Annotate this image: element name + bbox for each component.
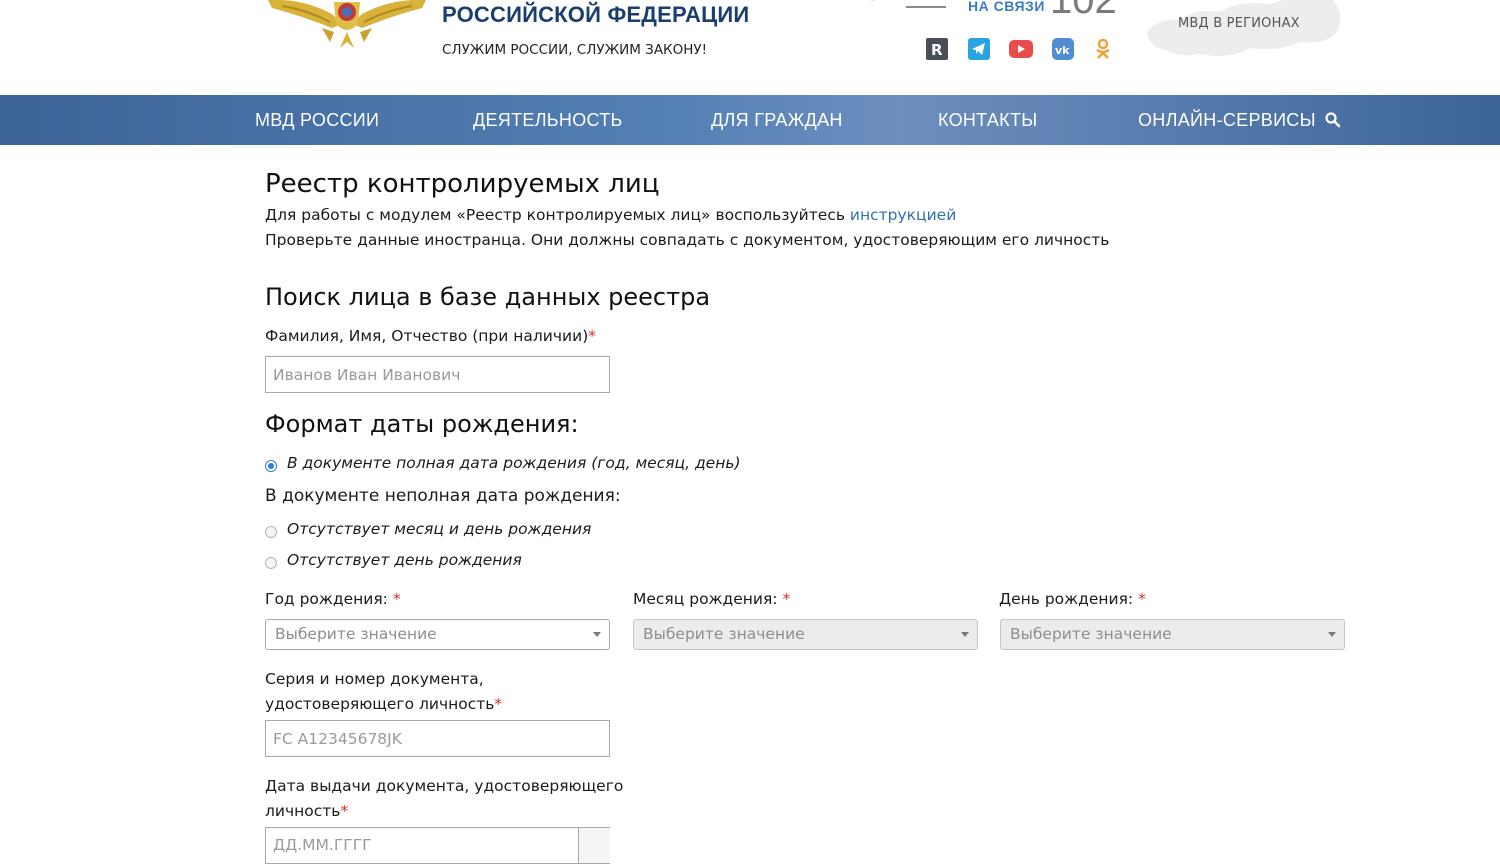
issue-date-placeholder: ДД.ММ.ГГГГ bbox=[273, 836, 372, 854]
fio-input[interactable] bbox=[265, 356, 610, 393]
nav-online-servisy[interactable]: ОНЛАЙН-СЕРВИСЫ bbox=[1138, 95, 1316, 145]
partial-date-title: В документе неполная дата рождения: bbox=[265, 486, 621, 506]
radio-full-date[interactable]: В документе полная дата рождения (год, м… bbox=[265, 452, 741, 474]
nav-deyatelnost[interactable]: ДЕЯТЕЛЬНОСТЬ bbox=[473, 95, 623, 145]
day-label-text: День рождения: bbox=[999, 590, 1134, 608]
vk-icon[interactable]: vk bbox=[1051, 37, 1075, 61]
day-select[interactable]: Выберите значение bbox=[1000, 619, 1345, 650]
mvd-regions-label[interactable]: МВД В РЕГИОНАХ bbox=[1178, 16, 1300, 31]
instructions-link[interactable]: инструкцией bbox=[850, 206, 956, 224]
doc-number-label: Серия и номер документа, удостоверяющего… bbox=[265, 667, 502, 717]
radio-no-day-label: Отсутствует день рождения bbox=[287, 551, 522, 569]
chevron-down-icon bbox=[593, 632, 601, 637]
year-label: Год рождения: * bbox=[265, 590, 401, 608]
radio-no-month-day-label: Отсутствует месяц и день рождения bbox=[287, 520, 592, 538]
required-mark: * bbox=[588, 327, 596, 345]
site-header: РОССИЙСКОЙ ФЕДЕРАЦИИ СЛУЖИМ РОССИИ, СЛУЖ… bbox=[0, 0, 1500, 95]
year-select[interactable]: Выберите значение bbox=[265, 619, 610, 650]
org-title: РОССИЙСКОЙ ФЕДЕРАЦИИ bbox=[442, 2, 750, 27]
mvd-emblem-icon[interactable] bbox=[262, 0, 432, 50]
youtube-icon[interactable] bbox=[1009, 37, 1033, 61]
required-mark: * bbox=[1138, 590, 1146, 608]
intro-check-data: Проверьте данные иностранца. Они должны … bbox=[265, 231, 1110, 249]
required-mark: * bbox=[782, 590, 791, 608]
chevron-down-icon bbox=[961, 632, 969, 637]
month-label: Месяц рождения: * bbox=[633, 590, 790, 608]
nav-mvd-rossii[interactable]: МВД РОССИИ bbox=[255, 95, 379, 145]
day-label: День рождения: * bbox=[999, 590, 1146, 608]
birth-format-title: Формат даты рождения: bbox=[265, 410, 579, 438]
fio-label: Фамилия, Имя, Отчество (при наличии)* bbox=[265, 327, 596, 345]
radio-no-month-day-button[interactable] bbox=[265, 526, 277, 538]
doc-number-label-line2: удостоверяющего личность bbox=[265, 695, 495, 713]
nav-dlya-grazhdan[interactable]: ДЛЯ ГРАЖДАН bbox=[711, 95, 843, 145]
org-motto: СЛУЖИМ РОССИИ, СЛУЖИМ ЗАКОНУ! bbox=[442, 42, 708, 58]
hotline-number[interactable]: 102 bbox=[1050, 0, 1117, 23]
month-select-value: Выберите значение bbox=[643, 625, 805, 643]
header-badge-icon[interactable] bbox=[906, 0, 946, 8]
rutube-icon[interactable]: R bbox=[925, 37, 949, 61]
radio-no-day-button[interactable] bbox=[265, 557, 277, 569]
page-title: Реестр контролируемых лиц bbox=[265, 169, 660, 199]
accessibility-icon[interactable] bbox=[858, 0, 888, 6]
radio-full-date-label: В документе полная дата рождения (год, м… bbox=[287, 454, 741, 472]
chevron-down-icon bbox=[1328, 632, 1336, 637]
radio-no-day[interactable]: Отсутствует день рождения bbox=[265, 549, 522, 571]
radio-no-month-day[interactable]: Отсутствует месяц и день рождения bbox=[265, 518, 591, 540]
intro-instructions: Для работы с модулем «Реестр контролируе… bbox=[265, 206, 956, 224]
doc-number-label-line1: Серия и номер документа, bbox=[265, 670, 484, 688]
search-icon[interactable] bbox=[1324, 111, 1342, 129]
issue-date-label: Дата выдачи документа, удостоверяющего л… bbox=[265, 774, 623, 824]
required-mark: * bbox=[392, 590, 401, 608]
month-select[interactable]: Выберите значение bbox=[633, 619, 978, 650]
intro-text: Для работы с модулем «Реестр контролируе… bbox=[265, 206, 850, 224]
required-mark: * bbox=[494, 695, 503, 713]
issue-date-label-line1: Дата выдачи документа, удостоверяющего bbox=[265, 777, 624, 795]
svg-text:R: R bbox=[931, 41, 943, 59]
odnoklassniki-icon[interactable] bbox=[1091, 37, 1115, 61]
telegram-icon[interactable] bbox=[967, 37, 991, 61]
fio-label-text: Фамилия, Имя, Отчество (при наличии) bbox=[265, 327, 589, 345]
day-select-value: Выберите значение bbox=[1010, 625, 1172, 643]
issue-date-input[interactable]: ДД.ММ.ГГГГ bbox=[265, 827, 610, 864]
issue-date-label-line2: личность bbox=[265, 802, 341, 820]
main-nav: МВД РОССИИ ДЕЯТЕЛЬНОСТЬ ДЛЯ ГРАЖДАН КОНТ… bbox=[0, 95, 1500, 145]
search-section-title: Поиск лица в базе данных реестра bbox=[265, 283, 711, 311]
russia-map-icon[interactable] bbox=[1140, 0, 1350, 65]
nav-kontakty[interactable]: КОНТАКТЫ bbox=[938, 95, 1038, 145]
doc-number-input[interactable] bbox=[265, 720, 610, 757]
na-svyazi-label: НА СВЯЗИ bbox=[968, 0, 1045, 14]
year-select-value: Выберите значение bbox=[275, 625, 437, 643]
svg-text:vk: vk bbox=[1055, 44, 1070, 57]
month-label-text: Месяц рождения: bbox=[633, 590, 778, 608]
year-label-text: Год рождения: bbox=[265, 590, 388, 608]
calendar-icon[interactable] bbox=[578, 828, 610, 863]
required-mark: * bbox=[340, 802, 349, 820]
radio-full-date-button[interactable] bbox=[265, 460, 277, 472]
